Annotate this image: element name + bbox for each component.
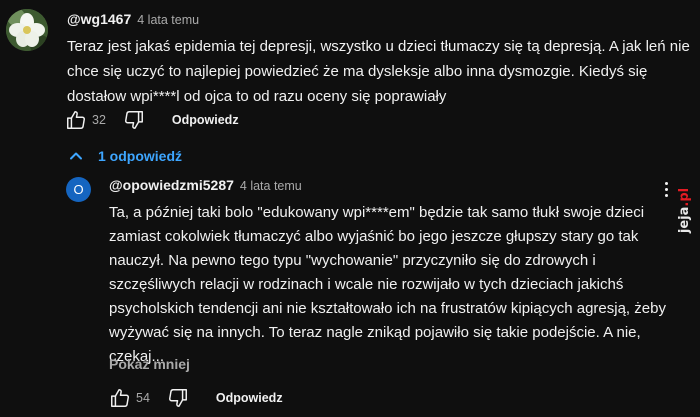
reply-time[interactable]: 4 lata temu (240, 179, 302, 193)
reply-button[interactable]: Odpowiedz (216, 391, 283, 405)
reply-avatar-letter: O (73, 182, 84, 197)
reply-header: @opowiedzmi5287 4 lata temu (109, 177, 302, 193)
replies-toggle[interactable]: 1 odpowiedź (66, 146, 182, 166)
chevron-up-icon (70, 152, 82, 160)
comment-header: @wg1467 4 lata temu (67, 11, 199, 27)
dislike-button[interactable] (122, 108, 146, 132)
reply-avatar[interactable]: O (66, 177, 91, 202)
watermark-text: jeja (677, 206, 693, 233)
watermark-suffix: .pl (677, 187, 693, 207)
reply-actions: 54 Odpowiedz (108, 386, 283, 410)
thumb-down-icon (168, 389, 187, 407)
like-count: 54 (136, 391, 150, 405)
user-avatar[interactable] (6, 9, 48, 51)
comment-actions: 32 Odpowiedz (64, 108, 239, 132)
thumb-up-icon (67, 111, 85, 129)
like-button[interactable] (108, 386, 132, 410)
show-less-button[interactable]: Pokaż mniej (109, 356, 190, 372)
replies-toggle-label: 1 odpowiedź (98, 148, 182, 164)
comment-author[interactable]: @wg1467 (67, 11, 131, 27)
more-options-icon[interactable] (663, 182, 669, 198)
like-button[interactable] (64, 108, 88, 132)
reply-button[interactable]: Odpowiedz (172, 113, 239, 127)
flower-avatar-image (6, 9, 48, 51)
comment-text: Teraz jest jakaś epidemia tej depresji, … (67, 38, 690, 105)
comment-time[interactable]: 4 lata temu (137, 13, 199, 27)
jeja-watermark-logo: jeja.pl (672, 178, 698, 242)
thumb-down-icon (124, 111, 143, 129)
like-count: 32 (92, 113, 106, 127)
reply-author[interactable]: @opowiedzmi5287 (109, 177, 234, 193)
dislike-button[interactable] (166, 386, 190, 410)
reply-text: Ta, a później taki bolo "edukowany wpi**… (109, 204, 666, 365)
thumb-up-icon (111, 389, 129, 407)
